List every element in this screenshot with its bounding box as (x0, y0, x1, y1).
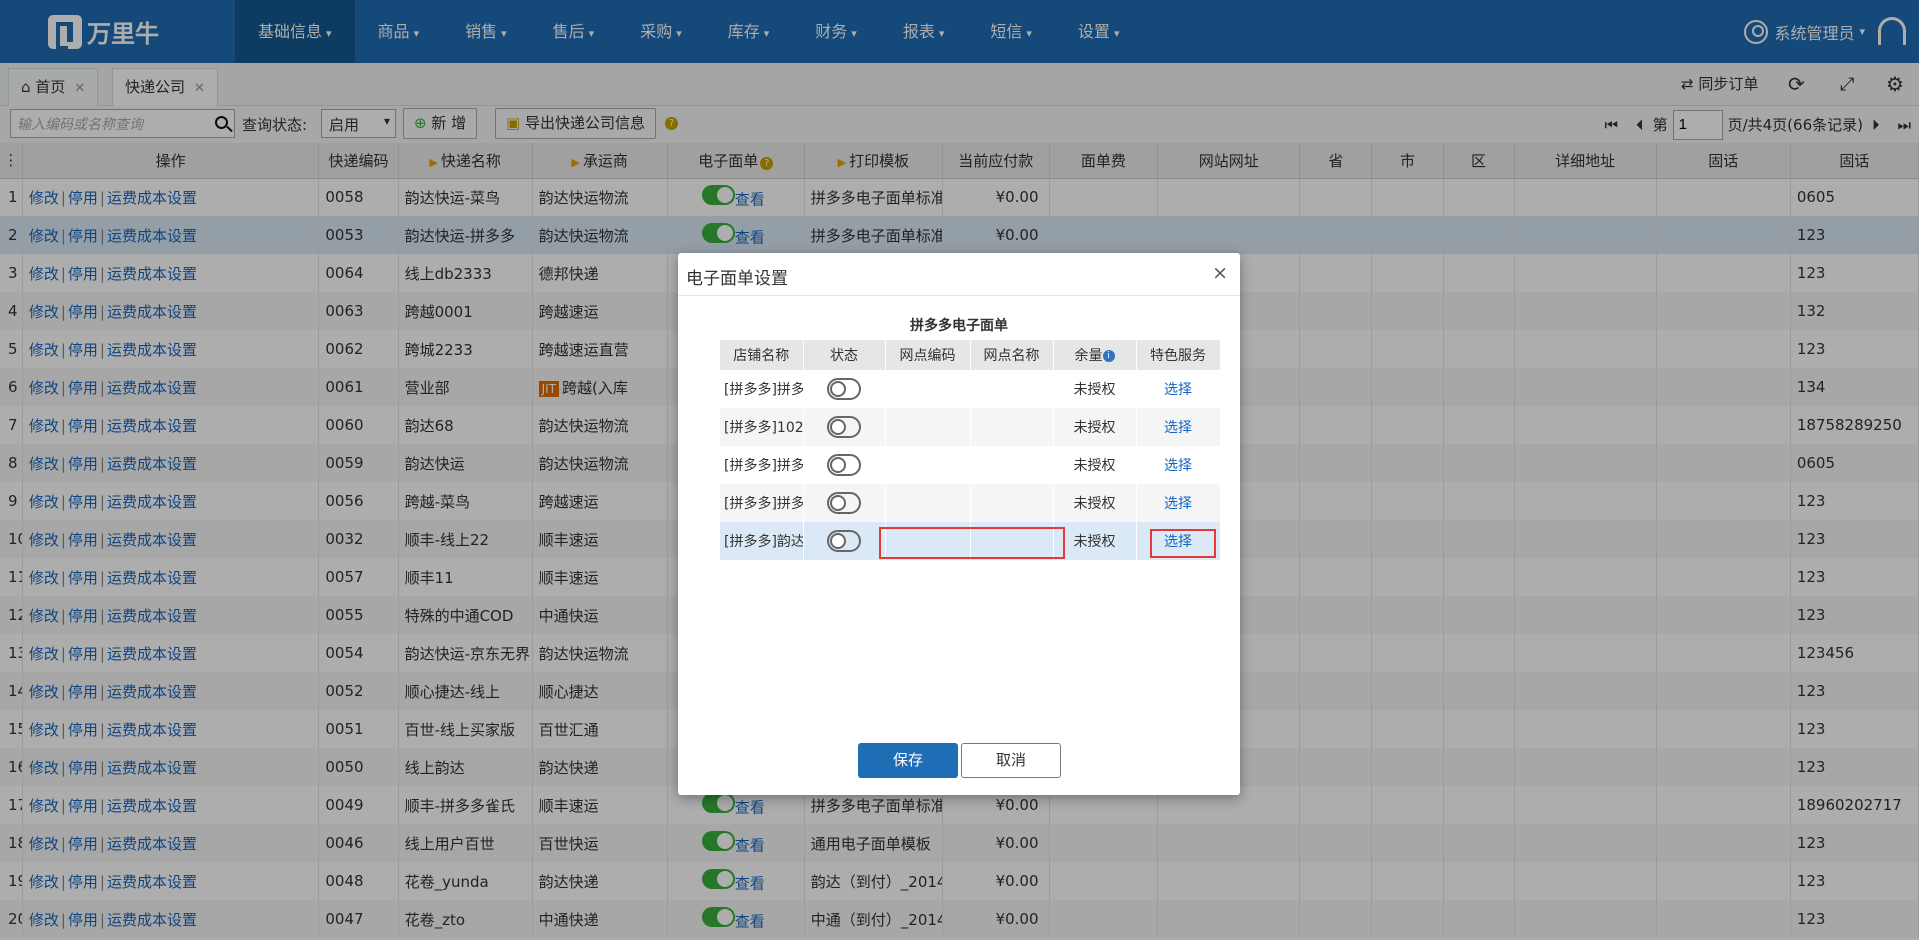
waybill-column-header: 特色服务 (1136, 340, 1221, 370)
outlet-code-input[interactable] (885, 484, 971, 522)
dialog-subtitle: 拼多多电子面单 (910, 318, 1008, 334)
waybill-column-label: 网点名称 (983, 348, 1040, 364)
status-cell (803, 522, 886, 560)
service-cell: 选择 (1136, 446, 1221, 484)
outlet-name-input[interactable] (970, 446, 1054, 484)
service-cell: 选择 (1136, 370, 1221, 408)
status-toggle[interactable] (827, 416, 861, 438)
waybill-row: [拼多多]拼多 未授权 选择 (720, 446, 1221, 484)
highlight-box (879, 527, 1065, 559)
highlight-box (1150, 529, 1216, 558)
waybill-column-header: 店铺名称 (720, 340, 804, 370)
save-button[interactable]: 保存 (858, 743, 958, 778)
waybill-column-label: 店铺名称 (733, 348, 790, 364)
select-service-link[interactable]: 选择 (1164, 420, 1192, 436)
remaining-quota: 未授权 (1053, 522, 1137, 560)
remaining-quota: 未授权 (1053, 484, 1137, 522)
select-service-link[interactable]: 选择 (1164, 458, 1192, 474)
outlet-code-input[interactable] (885, 370, 971, 408)
remaining-quota: 未授权 (1053, 446, 1137, 484)
waybill-column-header: 状态 (803, 340, 886, 370)
close-icon[interactable]: × (1212, 262, 1228, 284)
info-icon[interactable]: i (1102, 350, 1115, 362)
service-cell: 选择 (1136, 484, 1221, 522)
waybill-table-header: 店铺名称 状态 网点编码 网点名称 余量 i 特色服务 (720, 340, 1221, 370)
waybill-column-label: 特色服务 (1150, 348, 1206, 364)
shop-name: [拼多多]韵达 (720, 522, 804, 560)
outlet-code-input[interactable] (885, 446, 971, 484)
outlet-name-input[interactable] (970, 370, 1054, 408)
outlet-code-input[interactable] (885, 408, 971, 446)
waybill-row: [拼多多]拼多 未授权 选择 (720, 484, 1221, 522)
shop-name: [拼多多]拼多 (720, 484, 804, 522)
cancel-button[interactable]: 取消 (961, 743, 1061, 778)
dialog-title: 电子面单设置 (678, 253, 1240, 296)
remaining-quota: 未授权 (1053, 408, 1137, 446)
waybill-row: [拼多多]拼多 未授权 选择 (720, 370, 1221, 408)
status-cell (803, 408, 886, 446)
select-service-link[interactable]: 选择 (1164, 382, 1192, 398)
status-cell (803, 446, 886, 484)
status-toggle[interactable] (827, 492, 861, 514)
outlet-name-input[interactable] (970, 484, 1054, 522)
waybill-column-label: 状态 (830, 348, 858, 364)
status-toggle[interactable] (827, 454, 861, 476)
waybill-column-header: 网点名称 (970, 340, 1054, 370)
shop-name: [拼多多]拼多 (720, 446, 804, 484)
select-service-link[interactable]: 选择 (1164, 496, 1192, 512)
waybill-column-label: 网点编码 (899, 348, 956, 364)
status-cell (803, 370, 886, 408)
waybill-column-label: 余量 (1074, 348, 1103, 364)
waybill-column-header: 网点编码 (885, 340, 971, 370)
electronic-waybill-dialog: 电子面单设置 × 拼多多电子面单 店铺名称 状态 网点编码 网点名称 余量 i 特色服务 [… (678, 253, 1240, 795)
status-toggle[interactable] (827, 378, 861, 400)
waybill-row: [拼多多]102 未授权 选择 (720, 408, 1221, 446)
status-cell (803, 484, 886, 522)
shop-name: [拼多多]拼多 (720, 370, 804, 408)
remaining-quota: 未授权 (1053, 370, 1137, 408)
service-cell: 选择 (1136, 408, 1221, 446)
waybill-column-header: 余量 i (1053, 340, 1137, 370)
status-toggle[interactable] (827, 530, 861, 552)
outlet-name-input[interactable] (970, 408, 1054, 446)
shop-name: [拼多多]102 (720, 408, 804, 446)
